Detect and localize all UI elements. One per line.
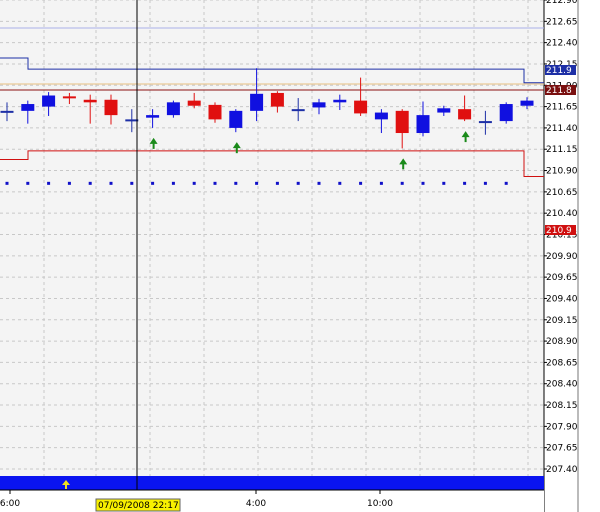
level-dot bbox=[296, 181, 300, 185]
candle-body[interactable] bbox=[270, 92, 284, 107]
candle-body[interactable] bbox=[104, 99, 118, 116]
level-dot bbox=[255, 181, 259, 185]
candle-body[interactable] bbox=[146, 115, 160, 118]
candle-body[interactable] bbox=[166, 102, 180, 116]
candle-body[interactable] bbox=[250, 93, 264, 111]
arrow-shaft bbox=[402, 163, 405, 170]
candle-body[interactable] bbox=[499, 104, 513, 122]
level-dot bbox=[67, 181, 71, 185]
axis-tick-label: 211.40 bbox=[546, 124, 578, 134]
bottom-bar bbox=[0, 476, 544, 490]
time-label: 10:00 bbox=[367, 499, 393, 509]
level-dot bbox=[421, 181, 425, 185]
candle-body[interactable] bbox=[21, 104, 35, 111]
candle-body[interactable] bbox=[437, 108, 451, 113]
price-tag: 210.9 bbox=[545, 225, 576, 236]
candle-body[interactable] bbox=[374, 112, 388, 120]
axis-tick-label: 210.65 bbox=[546, 188, 578, 198]
axis-tick-label: 212.65 bbox=[546, 17, 578, 27]
candle[interactable] bbox=[499, 102, 513, 124]
candle[interactable] bbox=[166, 100, 180, 118]
candle-body[interactable] bbox=[520, 100, 534, 106]
level-dot bbox=[275, 181, 279, 185]
level-dot bbox=[151, 181, 155, 185]
candle-body[interactable] bbox=[83, 99, 97, 103]
candle-body[interactable] bbox=[333, 99, 347, 103]
chart-window: 212.90212.65212.40212.15211.90211.65211.… bbox=[0, 0, 600, 512]
axis-tick-label: 210.90 bbox=[546, 167, 578, 177]
price-tag-label: 211.9 bbox=[546, 66, 572, 76]
level-dot bbox=[5, 181, 9, 185]
candle-body[interactable] bbox=[42, 95, 56, 107]
price-axis[interactable]: 212.90212.65212.40212.15211.90211.65211.… bbox=[544, 0, 578, 475]
axis-tick-label: 209.15 bbox=[546, 316, 578, 326]
axis-tick-label: 208.90 bbox=[546, 337, 578, 347]
time-axis[interactable]: 6:00 4:00 10:00 bbox=[0, 489, 544, 512]
axis-tick-label: 211.65 bbox=[546, 103, 578, 113]
level-dot bbox=[359, 181, 363, 185]
axis-tick-label: 207.65 bbox=[546, 444, 578, 454]
candlestick-chart[interactable]: 212.90212.65212.40212.15211.90211.65211.… bbox=[0, 0, 600, 512]
candle-body[interactable] bbox=[395, 110, 409, 134]
candle-body[interactable] bbox=[187, 100, 201, 106]
level-dot bbox=[26, 181, 30, 185]
axis-tick-label: 209.65 bbox=[546, 273, 578, 283]
candle-body[interactable] bbox=[229, 110, 243, 128]
candle-body[interactable] bbox=[312, 102, 326, 108]
time-label: 4:00 bbox=[246, 499, 266, 509]
level-dot bbox=[192, 181, 196, 185]
price-tag-label: 210.9 bbox=[546, 226, 572, 236]
candle-body[interactable] bbox=[458, 109, 472, 120]
candle-body[interactable] bbox=[291, 109, 305, 112]
candle-body[interactable] bbox=[125, 119, 139, 122]
arrow-shaft bbox=[464, 136, 467, 143]
axis-tick-label: 208.15 bbox=[546, 401, 578, 411]
axis-tick-label: 208.65 bbox=[546, 358, 578, 368]
candle-body[interactable] bbox=[416, 115, 430, 134]
level-dot bbox=[47, 181, 51, 185]
level-dot bbox=[379, 181, 383, 185]
axis-tick-label: 210.40 bbox=[546, 209, 578, 219]
axis-tick-label: 212.40 bbox=[546, 39, 578, 49]
level-dot bbox=[400, 181, 404, 185]
axis-tick-label: 209.40 bbox=[546, 294, 578, 304]
level-dot bbox=[338, 181, 342, 185]
level-dot bbox=[109, 181, 113, 185]
right-margin bbox=[578, 0, 600, 512]
candle-body[interactable] bbox=[478, 121, 492, 124]
candle-body[interactable] bbox=[62, 96, 76, 99]
level-dot bbox=[234, 181, 238, 185]
level-dot bbox=[213, 181, 217, 185]
level-dot bbox=[442, 181, 446, 185]
arrow-shaft bbox=[152, 142, 155, 149]
price-tag: 211.8 bbox=[545, 85, 576, 96]
axis-tick-label: 207.90 bbox=[546, 422, 578, 432]
price-tag: 211.9 bbox=[545, 65, 576, 76]
level-dot bbox=[463, 181, 467, 185]
level-dot bbox=[317, 181, 321, 185]
level-dot bbox=[88, 181, 92, 185]
axis-tick-label: 208.40 bbox=[546, 380, 578, 390]
axis-tick-label: 209.90 bbox=[546, 252, 578, 262]
level-dot bbox=[504, 181, 508, 185]
arrow-shaft bbox=[65, 484, 67, 489]
candle-body[interactable] bbox=[208, 104, 222, 120]
arrow-shaft bbox=[235, 147, 238, 154]
level-dot bbox=[483, 181, 487, 185]
candle-body[interactable] bbox=[354, 100, 368, 114]
candle-body[interactable] bbox=[0, 110, 14, 113]
level-dot bbox=[171, 181, 175, 185]
indicator-bar bbox=[0, 476, 544, 490]
axis-tick-label: 212.90 bbox=[546, 0, 578, 6]
time-label: 6:00 bbox=[0, 499, 20, 509]
time-axis-background bbox=[0, 490, 544, 512]
price-tag-label: 211.8 bbox=[546, 86, 572, 96]
level-dot bbox=[130, 181, 134, 185]
cursor-time-label: 07/09/2008 22:17 bbox=[98, 501, 179, 511]
axis-tick-label: 207.40 bbox=[546, 465, 578, 475]
axis-tick-label: 211.15 bbox=[546, 145, 578, 155]
